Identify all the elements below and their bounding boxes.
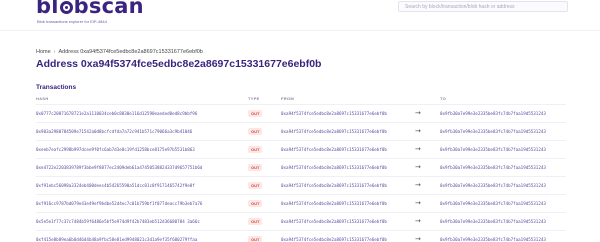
table-row: 0xeeb7eafc2998b997dcee9f0fc6ab7d3e8c19fd… (36, 140, 566, 158)
table-row: 0xf91ebc56098a3324eb400dees4b54265590a51… (36, 176, 566, 194)
arrow-right-icon: → (415, 145, 421, 153)
tx-hash-link[interactable]: 0xeeb7eafc2998b997dcee9f0fc6ab7d3e8c19fd… (36, 147, 195, 152)
to-address-link[interactable]: 0x9fb30a7e99e3e2335be83fc74b7faa19d55312… (440, 219, 546, 224)
transactions-table: 0x0777c20071678721e2a1110034ceb0c8830e11… (36, 104, 566, 242)
arrow-right-icon: → (415, 199, 421, 207)
logo-tagline: Blob transactions explorer for EIP-4844 (37, 19, 107, 24)
column-header-from: FROM (281, 96, 294, 101)
to-address-link[interactable]: 0x9fb30a7e99e3e2335be83fc74b7faa19d55312… (440, 183, 546, 188)
to-address-link[interactable]: 0x9fb30a7e99e3e2335be83fc74b7faa19d55312… (440, 129, 546, 134)
arrow-right-icon: → (415, 109, 421, 117)
tx-type-badge: OUT (248, 128, 263, 135)
blobscan-logo[interactable]: bl bscan (36, 0, 144, 18)
from-address-link[interactable]: 0xa94f5374fce5edbc8e2a8697c15331677e6ebf… (281, 201, 387, 206)
to-address-link[interactable]: 0x9fb30a7e99e3e2335be83fc74b7faa19d55312… (440, 237, 546, 242)
breadcrumb-home-link[interactable]: Home (36, 49, 51, 55)
from-address-link[interactable]: 0xa94f5374fce5edbc8e2a8697c15331677e6ebf… (281, 165, 387, 170)
tx-type-badge: OUT (248, 236, 263, 242)
tx-type-badge: OUT (248, 110, 263, 117)
from-address-link[interactable]: 0xa94f5374fce5edbc8e2a8697c15331677e6ebf… (281, 111, 387, 116)
arrow-right-icon: → (415, 181, 421, 189)
breadcrumb-current: Address 0xa94f5374fce5edbc8e2a8697c15331… (58, 49, 203, 55)
tx-hash-link[interactable]: 0x5e5e1f77c37c7484b59f6486e5bf5e974d9f42… (36, 219, 200, 224)
table-row: 0x5e5e1f77c37c7484b59f6486e5bf5e974d9f42… (36, 212, 566, 230)
arrow-right-icon: → (415, 163, 421, 171)
tx-hash-link[interactable]: 0xf415e8b89ea6b0d46d4b48a9fbc58e81ed9948… (36, 237, 197, 242)
from-address-link[interactable]: 0xa94f5374fce5edbc8e2a8697c15331677e6ebf… (281, 219, 387, 224)
transactions-title: Transactions (36, 84, 77, 91)
breadcrumb: Home › Address 0xa94f5374fce5edbc8e2a8697c… (36, 49, 203, 55)
from-address-link[interactable]: 0xa94f5374fce5edbc8e2a8697c15331677e6ebf… (281, 129, 387, 134)
table-header: HASH TYPE FROM TO (36, 96, 566, 104)
tx-hash-link[interactable]: 0xf916cc9787bd079e43e49ef9bdbe52d4ec7c01… (36, 201, 202, 206)
arrow-right-icon: → (415, 235, 421, 242)
tx-hash-link[interactable]: 0xe4722e2203839789f3bbe9f8877ec2409deb61… (36, 165, 202, 170)
arrow-right-icon: → (415, 217, 421, 225)
table-row: 0xe4722e2203839789f3bbe9f8877ec2409deb61… (36, 158, 566, 176)
from-address-link[interactable]: 0xa94f5374fce5edbc8e2a8697c15331677e6ebf… (281, 183, 387, 188)
tx-type-badge: OUT (248, 218, 263, 225)
table-row: 0xf415e8b89ea6b0d46d4b48a9fbc58e81ed9948… (36, 230, 566, 242)
column-header-type: TYPE (248, 96, 260, 101)
to-address-link[interactable]: 0x9fb30a7e99e3e2335be83fc74b7faa19d55312… (440, 147, 546, 152)
to-address-link[interactable]: 0x9fb30a7e99e3e2335be83fc74b7faa19d55312… (440, 201, 546, 206)
logo-blob-icon (59, 1, 73, 14)
search-placeholder: Search by block/transaction/blob hash or… (405, 4, 515, 10)
table-row: 0xf916cc9787bd079e43e49ef9bdbe52d4ec7c01… (36, 194, 566, 212)
table-row: 0x903a2980784509e71542a0d8bcfcdfda7a72c9… (36, 122, 566, 140)
tx-hash-link[interactable]: 0x903a2980784509e71542a0d8bcfcdfda7a72c9… (36, 129, 192, 134)
breadcrumb-separator: › (53, 49, 56, 55)
tx-type-badge: OUT (248, 146, 263, 153)
search-input[interactable]: Search by block/transaction/blob hash or… (398, 1, 568, 12)
header: bl bscan Blob transactions explorer for E… (0, 0, 600, 30)
arrow-right-icon: → (415, 127, 421, 135)
tx-hash-link[interactable]: 0x0777c20071678721e2a1110034ceb0c8830e11… (36, 111, 197, 116)
from-address-link[interactable]: 0xa94f5374fce5edbc8e2a8697c15331677e6ebf… (281, 147, 387, 152)
page-title: Address 0xa94f5374fce5edbc8e2a8697c15331… (36, 58, 322, 70)
tx-type-badge: OUT (248, 182, 263, 189)
tx-type-badge: OUT (248, 164, 263, 171)
column-header-hash: HASH (36, 96, 49, 101)
column-header-to: TO (440, 96, 447, 101)
from-address-link[interactable]: 0xa94f5374fce5edbc8e2a8697c15331677e6ebf… (281, 237, 387, 242)
header-divider (0, 30, 600, 31)
to-address-link[interactable]: 0x9fb30a7e99e3e2335be83fc74b7faa19d55312… (440, 111, 546, 116)
table-row: 0x0777c20071678721e2a1110034ceb0c8830e11… (36, 104, 566, 122)
to-address-link[interactable]: 0x9fb30a7e99e3e2335be83fc74b7faa19d55312… (440, 165, 546, 170)
tx-type-badge: OUT (248, 200, 263, 207)
tx-hash-link[interactable]: 0xf91ebc56098a3324eb400dees4b54265590a51… (36, 183, 195, 188)
